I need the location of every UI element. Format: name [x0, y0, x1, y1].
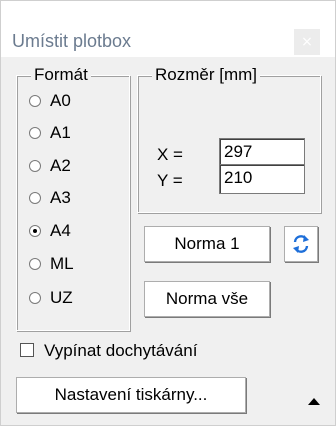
dialog-title: Umístit plotbox: [12, 31, 132, 51]
radio-ml[interactable]: ML: [29, 253, 74, 275]
radio-label: A3: [50, 188, 71, 207]
dochytavani-label: Vypínat dochytávání: [44, 341, 198, 360]
radio-button[interactable]: [29, 292, 41, 304]
radio-a1[interactable]: A1: [29, 122, 71, 144]
radio-label: A0: [50, 91, 71, 110]
radio-label: A4: [50, 221, 71, 240]
radio-button[interactable]: [29, 160, 41, 172]
format-group: Formát A0 A1 A2 A3 A4 ML UZ: [16, 64, 130, 331]
radio-button[interactable]: [29, 192, 41, 204]
y-label: Y =: [157, 171, 183, 190]
dochytavani-checkbox[interactable]: [20, 343, 34, 357]
radio-label: ML: [50, 254, 74, 273]
y-input[interactable]: 210: [219, 164, 305, 194]
radio-button[interactable]: [29, 127, 41, 139]
close-button[interactable]: ×: [294, 29, 320, 55]
plotbox-dialog: Umístit plotbox × Formát A0 A1 A2 A3 A4: [0, 0, 336, 426]
title-bar: Umístit plotbox ×: [1, 1, 335, 57]
printer-settings-button[interactable]: Nastavení tiskárny...: [16, 377, 246, 413]
radio-uz[interactable]: UZ: [29, 287, 73, 309]
size-group-legend: Rozměr [mm]: [152, 64, 260, 86]
collapse-arrow-icon[interactable]: [308, 398, 320, 405]
x-label: X =: [157, 145, 183, 164]
radio-label: A2: [50, 156, 71, 175]
swap-arrows-icon: [293, 235, 309, 253]
close-icon: ×: [301, 34, 313, 50]
radio-button[interactable]: [29, 258, 41, 270]
norma1-button[interactable]: Norma 1: [144, 226, 270, 262]
radio-a3[interactable]: A3: [29, 187, 71, 209]
norma-vse-button[interactable]: Norma vše: [144, 281, 270, 317]
radio-a0[interactable]: A0: [29, 90, 71, 112]
radio-a4[interactable]: A4: [29, 220, 71, 242]
radio-button-selected[interactable]: [29, 225, 41, 237]
format-group-legend: Formát: [31, 64, 91, 86]
radio-label: UZ: [50, 288, 73, 307]
radio-button[interactable]: [29, 95, 41, 107]
radio-label: A1: [50, 123, 71, 142]
radio-a2[interactable]: A2: [29, 155, 71, 177]
swap-button[interactable]: [284, 226, 318, 262]
